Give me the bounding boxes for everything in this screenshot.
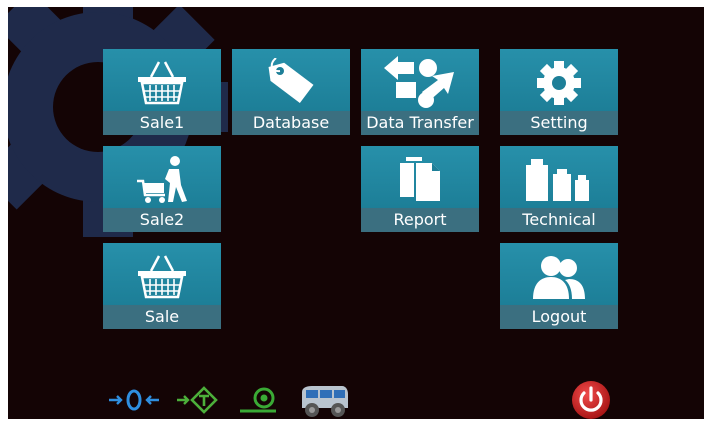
power-icon (572, 381, 610, 419)
tile-label: Sale1 (103, 111, 221, 135)
main-screen: Sale1 Database Data Transfer Setting Sal… (8, 7, 704, 419)
tile-label: Sale (103, 305, 221, 329)
tare-icon[interactable] (176, 386, 222, 414)
shopping-basket-icon (103, 249, 221, 305)
shopping-cart-person-icon (103, 152, 221, 208)
tile-technical[interactable]: Technical (500, 146, 618, 232)
tile-setting[interactable]: Setting (500, 49, 618, 135)
weights-icon (500, 152, 618, 208)
tile-logout[interactable]: Logout (500, 243, 618, 329)
stable-icon[interactable] (238, 387, 278, 413)
tile-label: Report (361, 208, 479, 232)
tile-sale1[interactable]: Sale1 (103, 49, 221, 135)
power-button[interactable] (571, 380, 611, 419)
users-icon (500, 249, 618, 305)
tile-data-transfer[interactable]: Data Transfer (361, 49, 479, 135)
vehicle-icon[interactable] (298, 382, 350, 418)
price-tag-icon (232, 55, 350, 111)
zero-icon[interactable] (108, 389, 160, 411)
shopping-basket-icon (103, 55, 221, 111)
tile-label: Logout (500, 305, 618, 329)
tile-label: Sale2 (103, 208, 221, 232)
tile-sale2[interactable]: Sale2 (103, 146, 221, 232)
documents-icon (361, 152, 479, 208)
gear-icon (500, 55, 618, 111)
tile-label: Data Transfer (361, 111, 479, 135)
tile-label: Database (232, 111, 350, 135)
tile-label: Setting (500, 111, 618, 135)
tile-database[interactable]: Database (232, 49, 350, 135)
tile-label: Technical (500, 208, 618, 232)
tile-report[interactable]: Report (361, 146, 479, 232)
tile-sale[interactable]: Sale (103, 243, 221, 329)
data-transfer-icon (361, 55, 479, 111)
